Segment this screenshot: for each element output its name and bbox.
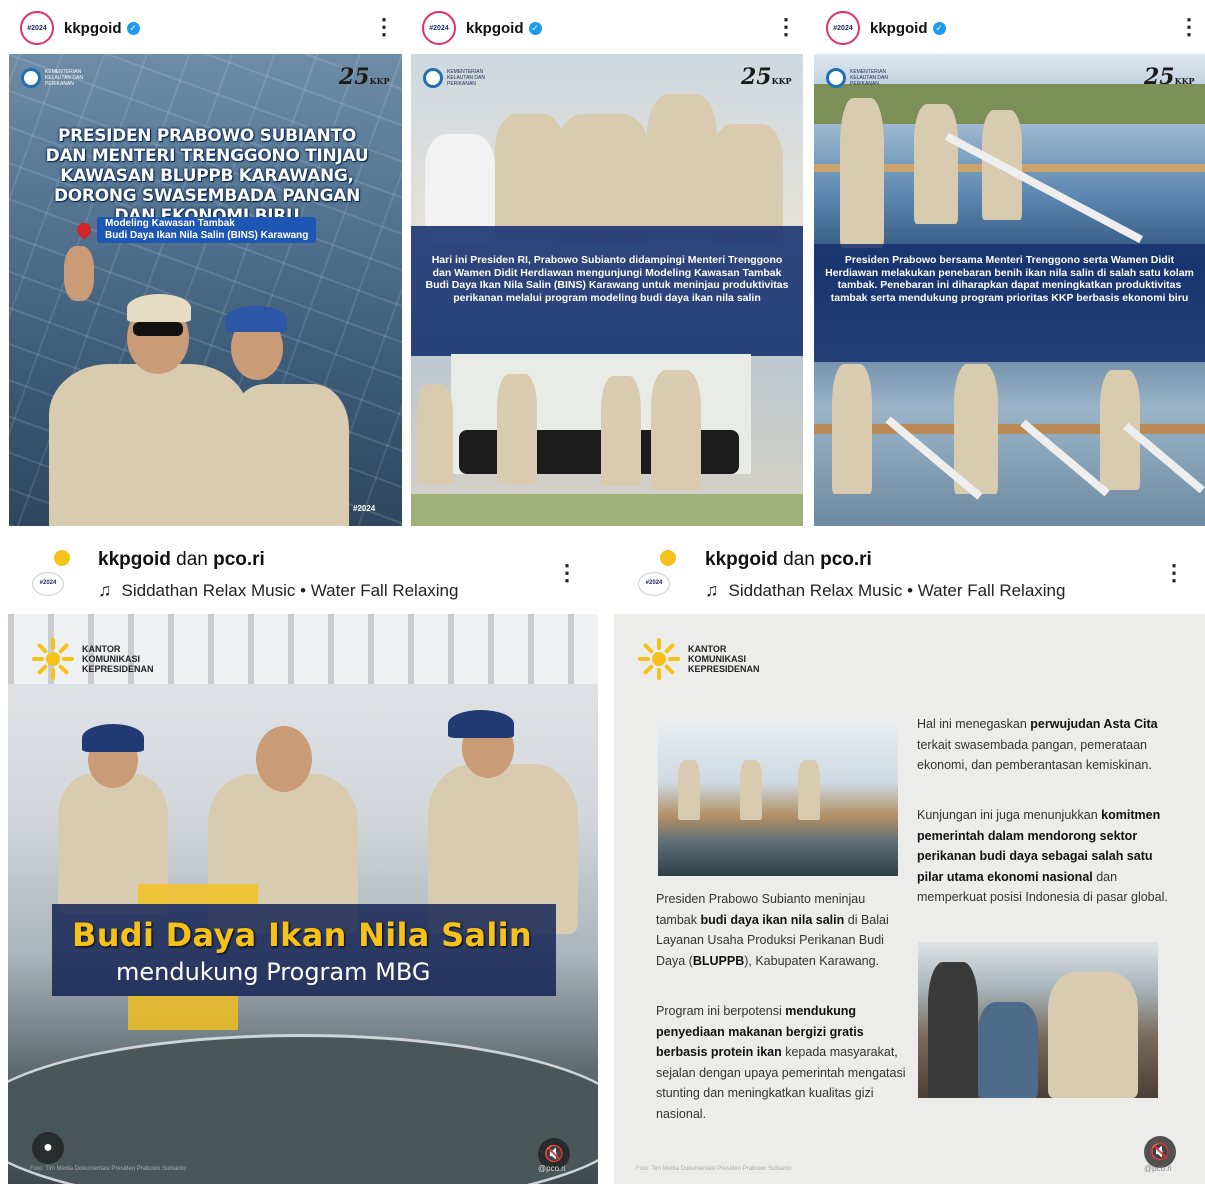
username[interactable]: kkpgoid	[466, 20, 524, 37]
person-shirt	[49, 364, 249, 526]
person	[651, 370, 701, 490]
kkp-office-logo: KANTOR KOMUNIKASI KEPRESIDENAN	[636, 636, 760, 682]
kkp-logo: KEMENTERIAN KELAUTAN DAN PERIKANAN	[21, 68, 85, 88]
pco-avatar[interactable]: #2024	[30, 548, 74, 598]
kkp-avatar[interactable]: #2024	[826, 11, 860, 45]
kkp-emblem-icon	[21, 68, 41, 88]
reel-video-2[interactable]: KANTOR KOMUNIKASI KEPRESIDENAN Presiden Pr…	[614, 614, 1205, 1184]
sunglasses	[133, 322, 183, 336]
kkp-emblem-icon	[826, 68, 846, 88]
caption-band: Presiden Prabowo bersama Menteri Trenggo…	[814, 244, 1205, 362]
kkp-emblem-icon	[423, 68, 443, 88]
fish-tank	[8, 1034, 598, 1184]
person	[928, 962, 978, 1098]
post-image-2[interactable]: KEMENTERIAN KELAUTAN DAN PERIKANAN 25KKP…	[411, 54, 803, 526]
verified-badge-icon: ✓	[126, 21, 140, 35]
person	[798, 760, 820, 820]
person	[678, 760, 700, 820]
verified-badge-icon: ✓	[528, 21, 542, 35]
sun-logo-icon	[54, 550, 70, 566]
post-header-2[interactable]: #2024 kkpgoid ✓	[422, 11, 542, 45]
person	[647, 94, 717, 234]
person	[497, 374, 537, 484]
more-options-icon[interactable]: ⋮	[1163, 562, 1185, 584]
person	[978, 1002, 1038, 1098]
username[interactable]: kkpgoid	[64, 20, 122, 37]
handle: @pco.ri	[538, 1164, 566, 1173]
cap	[127, 294, 191, 322]
anniversary-logo: 25KKP	[339, 64, 390, 90]
paragraph-1: Presiden Prabowo Subianto meninjau tamba…	[656, 892, 889, 968]
person	[417, 384, 453, 484]
kkp-avatar: #2024	[32, 572, 64, 596]
photo-credit: Foto: Tim Media Dokumentasi Presiden Pra…	[636, 1166, 792, 1172]
platform	[814, 424, 1205, 434]
handle: @pco.ri	[1144, 1164, 1172, 1173]
music-label[interactable]: ♫ Siddathan Relax Music • Water Fall Rel…	[98, 580, 458, 601]
photo-credit: Foto: Tim Media Dokumentasi Presiden Pra…	[30, 1166, 186, 1172]
kkp-avatar[interactable]: #2024	[422, 11, 456, 45]
paragraph-3: Hal ini menegaskan perwujudan Asta Cita …	[917, 717, 1158, 772]
post-header-3[interactable]: #2024 kkpgoid ✓	[826, 11, 946, 45]
music-note-icon: ♫	[98, 580, 112, 600]
cap	[82, 724, 144, 752]
anniversary-logo: 25KKP	[1144, 64, 1195, 90]
person	[914, 104, 958, 224]
cap	[448, 710, 514, 738]
kkp-avatar[interactable]: #2024	[20, 11, 54, 45]
location-pin-icon	[74, 220, 94, 240]
person	[832, 364, 872, 494]
user-tag-icon[interactable]: ●	[32, 1132, 64, 1164]
person	[555, 114, 650, 244]
kkp-avatar: #2024	[638, 572, 670, 596]
more-options-icon[interactable]: ⋮	[556, 562, 578, 584]
post-authors[interactable]: kkpgoid dan pco.ri	[98, 549, 265, 571]
ground	[411, 494, 803, 526]
person	[840, 98, 884, 248]
photo-crowd-greeting	[918, 942, 1158, 1098]
post-header-1[interactable]: #2024 kkpgoid ✓	[20, 11, 140, 45]
more-options-icon[interactable]: ⋮	[775, 16, 797, 38]
post-authors[interactable]: kkpgoid dan pco.ri	[705, 549, 872, 571]
sun-logo-icon	[638, 638, 680, 680]
sun-logo-icon	[32, 638, 74, 680]
paragraph-2: Program ini berpotensi mendukung penyedi…	[656, 1004, 906, 1121]
accent-block	[138, 884, 258, 904]
music-title: Siddathan Relax Music • Water Fall Relax…	[728, 580, 1066, 600]
post-image-1[interactable]: KEMENTERIAN KELAUTAN DAN PERIKANAN 25KKP…	[9, 54, 402, 526]
person-shirt	[229, 384, 349, 526]
music-label[interactable]: ♫ Siddathan Relax Music • Water Fall Rel…	[705, 580, 1065, 601]
waving-hand	[64, 246, 94, 301]
paragraph-4: Kunjungan ini juga menunjukkan komitmen …	[917, 808, 1168, 904]
verified-badge-icon: ✓	[932, 21, 946, 35]
more-options-icon[interactable]: ⋮	[373, 16, 395, 38]
accent-block	[128, 996, 238, 1030]
music-title: Siddathan Relax Music • Water Fall Relax…	[121, 580, 459, 600]
photo-fish-stocking	[658, 720, 898, 876]
cap	[225, 306, 287, 332]
username[interactable]: kkpgoid	[870, 20, 928, 37]
kkp-logo: KEMENTERIAN KELAUTAN DAN PERIKANAN	[826, 68, 890, 88]
anniversary-logo: 25KKP	[741, 64, 792, 90]
chute	[944, 132, 1144, 244]
reel-video-1[interactable]: KANTOR KOMUNIKASI KEPRESIDENAN Budi Daya I…	[8, 614, 598, 1184]
reel-headline: Budi Daya Ikan Nila Salin	[72, 916, 532, 954]
badge-2024: #2024	[353, 504, 376, 513]
kkp-office-logo: KANTOR KOMUNIKASI KEPRESIDENAN	[30, 636, 154, 682]
post-image-3[interactable]: KEMENTERIAN KELAUTAN DAN PERIKANAN 25KKP…	[814, 54, 1205, 526]
reel-subheadline: mendukung Program MBG	[116, 958, 431, 986]
person	[1048, 972, 1138, 1098]
kkp-logo: KEMENTERIAN KELAUTAN DAN PERIKANAN	[423, 68, 487, 88]
pco-avatar[interactable]: #2024	[636, 548, 680, 598]
headline: PRESIDEN PRABOWO SUBIANTO DAN MENTERI TR…	[45, 126, 369, 226]
person	[601, 376, 641, 486]
music-note-icon: ♫	[705, 580, 719, 600]
person	[740, 760, 762, 820]
person-head	[256, 726, 312, 792]
location-tag: Modeling Kawasan Tambak Budi Daya Ikan Ni…	[74, 217, 317, 243]
caption-band: Hari ini Presiden RI, Prabowo Subianto d…	[411, 226, 803, 356]
more-options-icon[interactable]: ⋮	[1178, 16, 1200, 38]
sun-logo-icon	[660, 550, 676, 566]
